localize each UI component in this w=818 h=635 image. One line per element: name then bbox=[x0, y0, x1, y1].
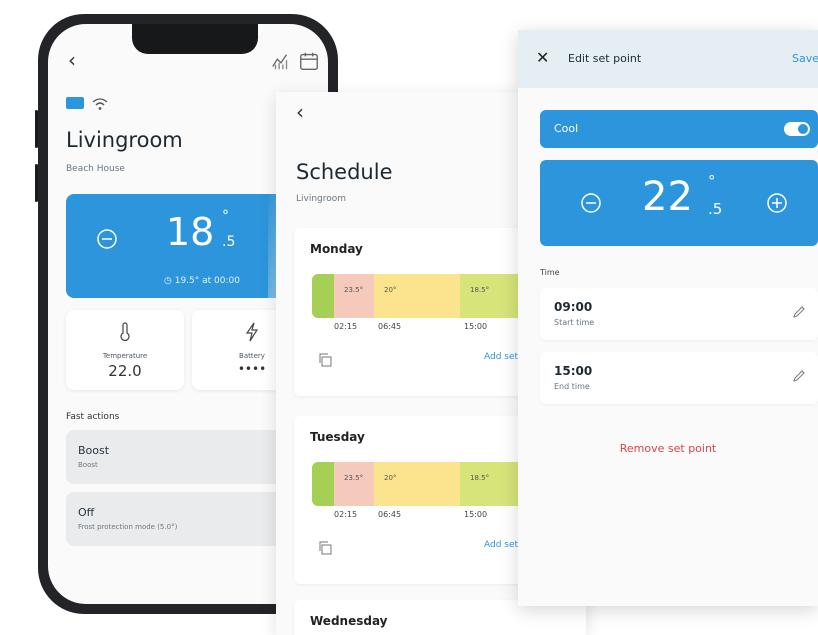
segment-temp: 20° bbox=[384, 474, 397, 482]
end-time-value: 15:00 bbox=[554, 364, 593, 378]
clock-icon: ◷ bbox=[164, 276, 172, 286]
segment-temp: 18.5° bbox=[470, 286, 490, 294]
day-name: Wednesday bbox=[310, 614, 388, 628]
off-title: Off bbox=[78, 506, 95, 519]
segment-1[interactable]: 23.5° bbox=[334, 462, 374, 506]
temperature-stat-card: Temperature 22.0 bbox=[66, 310, 184, 390]
segment-temp: 23.5° bbox=[344, 286, 364, 294]
boost-subtitle: Boost bbox=[78, 461, 98, 469]
copy-icon[interactable] bbox=[318, 352, 332, 371]
increase-setpoint-icon[interactable] bbox=[766, 192, 788, 218]
time-label: 15:00 bbox=[464, 322, 488, 331]
mode-toggle[interactable] bbox=[784, 122, 810, 136]
setpoint-whole: 22 bbox=[642, 174, 693, 220]
decrease-temp-icon[interactable] bbox=[96, 228, 118, 254]
segment-start[interactable] bbox=[312, 462, 334, 506]
end-time-label: End time bbox=[554, 382, 590, 391]
segment-temp: 20° bbox=[384, 286, 397, 294]
close-icon[interactable]: ✕ bbox=[536, 48, 549, 67]
temp-note-text: 19.5° at 00:00 bbox=[174, 276, 240, 286]
segment-1[interactable]: 23.5° bbox=[334, 274, 374, 318]
day-name: Monday bbox=[310, 242, 363, 256]
start-time-card[interactable]: 09:00 Start time bbox=[540, 288, 818, 340]
phone-side-button bbox=[35, 110, 38, 148]
remove-set-point-button[interactable]: Remove set point bbox=[518, 442, 818, 455]
thermometer-icon bbox=[118, 322, 132, 346]
phone-notch bbox=[132, 24, 258, 54]
segment-3[interactable]: 18.5° bbox=[460, 462, 520, 506]
segment-start[interactable] bbox=[312, 274, 334, 318]
temp-decimal: .5 bbox=[222, 234, 236, 250]
time-label: 06:45 bbox=[378, 322, 402, 331]
toggle-knob bbox=[798, 124, 808, 134]
device-status-row bbox=[66, 96, 108, 115]
end-time-card[interactable]: 15:00 End time bbox=[540, 352, 818, 404]
start-time-label: Start time bbox=[554, 318, 595, 327]
segment-2[interactable]: 20° bbox=[374, 274, 460, 318]
temp-whole: 18 bbox=[166, 210, 215, 254]
chart-icon[interactable] bbox=[270, 50, 292, 76]
off-subtitle: Frost protection mode (5.0°) bbox=[78, 523, 178, 531]
segment-temp: 18.5° bbox=[470, 474, 490, 482]
edit-header: ✕ Edit set point Save bbox=[518, 30, 818, 88]
room-location: Beach House bbox=[66, 164, 125, 174]
save-button[interactable]: Save bbox=[792, 52, 818, 65]
calendar-icon[interactable] bbox=[298, 50, 320, 76]
setpoint-degree: ° bbox=[708, 172, 716, 190]
temp-degree: ° bbox=[222, 208, 229, 224]
copy-icon[interactable] bbox=[318, 540, 332, 559]
mode-label: Cool bbox=[554, 122, 579, 135]
time-label: 02:15 bbox=[334, 322, 358, 331]
time-label: 06:45 bbox=[378, 510, 402, 519]
schedule-room: Livingroom bbox=[296, 194, 347, 204]
time-label: 15:00 bbox=[464, 510, 488, 519]
setpoint-decimal: .5 bbox=[708, 200, 723, 218]
temperature-stat-value: 22.0 bbox=[108, 362, 142, 380]
back-icon[interactable]: ‹ bbox=[68, 50, 76, 70]
temp-schedule-note: ◷ 19.5° at 00:00 bbox=[164, 276, 240, 286]
thermostat-device-icon bbox=[66, 96, 84, 115]
pencil-icon[interactable] bbox=[792, 368, 806, 387]
decrease-setpoint-icon[interactable] bbox=[580, 192, 602, 218]
segment-temp: 23.5° bbox=[344, 474, 364, 482]
current-temperature: 18 ° .5 bbox=[166, 208, 235, 254]
mode-bar: Cool bbox=[540, 110, 818, 148]
time-section-label: Time bbox=[540, 268, 560, 277]
segment-3[interactable]: 18.5° bbox=[460, 274, 520, 318]
segment-2[interactable]: 20° bbox=[374, 462, 460, 506]
top-actions bbox=[270, 50, 320, 76]
edit-set-point-panel: ✕ Edit set point Save Cool 22 ° .5 Time … bbox=[518, 30, 818, 606]
time-label: 02:15 bbox=[334, 510, 358, 519]
pencil-icon[interactable] bbox=[792, 304, 806, 323]
wifi-icon bbox=[92, 96, 108, 115]
setpoint-card: 22 ° .5 bbox=[540, 160, 818, 246]
fast-actions-title: Fast actions bbox=[66, 412, 120, 422]
day-name: Tuesday bbox=[310, 430, 365, 444]
setpoint-value: 22 ° .5 bbox=[642, 172, 722, 220]
phone-side-button bbox=[35, 164, 38, 202]
back-icon[interactable]: ‹ bbox=[296, 102, 304, 122]
schedule-title: Schedule bbox=[296, 160, 393, 184]
lightning-icon bbox=[244, 322, 260, 346]
room-title: Livingroom bbox=[66, 128, 183, 152]
edit-title: Edit set point bbox=[568, 52, 642, 65]
temperature-stat-label: Temperature bbox=[102, 352, 148, 360]
boost-title: Boost bbox=[78, 444, 110, 457]
start-time-value: 09:00 bbox=[554, 300, 593, 314]
